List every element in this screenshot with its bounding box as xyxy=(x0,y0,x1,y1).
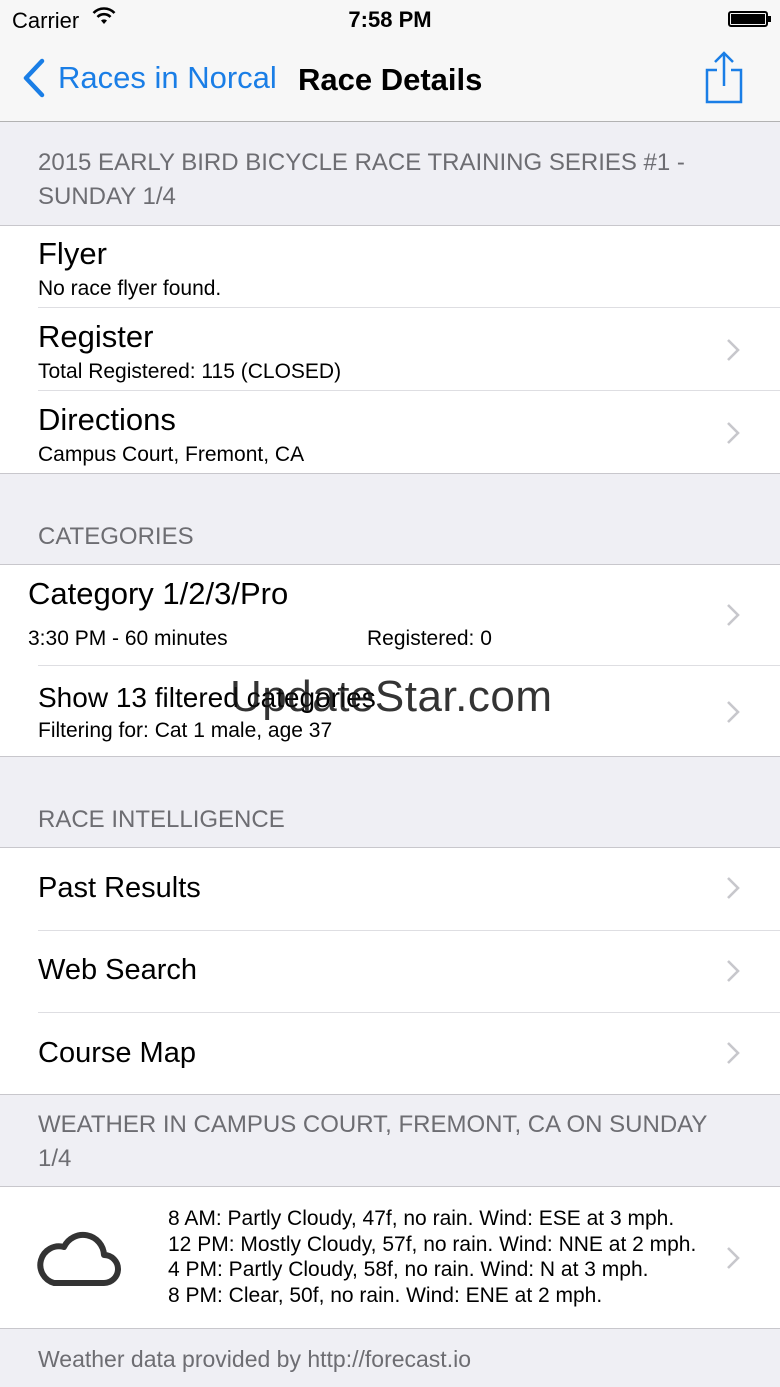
row-title: Flyer xyxy=(38,236,107,271)
categories-header: CATEGORIES xyxy=(38,523,194,550)
forecast-line: 8 AM: Partly Cloudy, 47f, no rain. Wind:… xyxy=(168,1207,675,1230)
back-button-label: Races in Norcal xyxy=(58,60,277,95)
row-title: Directions xyxy=(38,402,176,437)
category-row[interactable]: Category 1/2/3/Pro 3:30 PM - 60 minutes … xyxy=(0,565,780,666)
row-title: Web Search xyxy=(38,954,198,986)
chevron-left-icon xyxy=(23,58,45,98)
web-search-row[interactable]: Web Search xyxy=(0,931,780,1013)
chevron-right-icon xyxy=(727,877,740,899)
share-icon xyxy=(705,51,743,104)
chevron-right-icon xyxy=(727,960,740,982)
row-subtitle: Campus Court, Fremont, CA xyxy=(38,443,305,466)
battery-icon xyxy=(728,11,771,27)
weather-attribution: Weather data provided by http://forecast… xyxy=(38,1346,471,1372)
chevron-right-icon xyxy=(727,604,740,626)
row-title: Past Results xyxy=(38,872,201,904)
past-results-row[interactable]: Past Results xyxy=(0,848,780,931)
row-title: Show 13 filtered categories xyxy=(38,682,376,713)
category-registered: Registered: 0 xyxy=(367,627,492,650)
navigation-bar: Races in Norcal Race Details xyxy=(0,40,780,122)
row-subtitle: Total Registered: 115 (CLOSED) xyxy=(38,360,342,383)
race-intelligence-group: Past Results Web Search Course Map xyxy=(0,847,780,1095)
chevron-right-icon xyxy=(727,1042,740,1064)
cloud-icon xyxy=(37,1231,121,1286)
chevron-right-icon xyxy=(727,1247,740,1269)
forecast-line: 8 PM: Clear, 50f, no rain. Wind: ENE at … xyxy=(168,1283,603,1307)
categories-group: Category 1/2/3/Pro 3:30 PM - 60 minutes … xyxy=(0,564,780,757)
course-map-row[interactable]: Course Map xyxy=(0,1013,780,1095)
race-title-header: 2015 EARLY BIRD BICYCLE RACE TRAINING SE… xyxy=(38,149,685,210)
page-title: Race Details xyxy=(298,62,483,97)
chevron-right-icon xyxy=(727,422,740,444)
category-name: Category 1/2/3/Pro xyxy=(28,576,289,611)
row-title: Course Map xyxy=(38,1037,196,1069)
directions-row[interactable]: Directions Campus Court, Fremont, CA xyxy=(0,391,780,474)
register-row[interactable]: Register Total Registered: 115 (CLOSED) xyxy=(0,308,780,391)
row-title: Register xyxy=(38,319,154,354)
race-info-group: Flyer No race flyer found. Register Tota… xyxy=(0,225,780,474)
share-button[interactable] xyxy=(704,50,744,109)
forecast-line: 12 PM: Mostly Cloudy, 57f, no rain. Wind… xyxy=(168,1232,697,1256)
row-subtitle: Filtering for: Cat 1 male, age 37 xyxy=(38,719,333,742)
flyer-row[interactable]: Flyer No race flyer found. xyxy=(0,226,780,308)
status-bar: Carrier 7:58 PM xyxy=(0,0,780,40)
chevron-right-icon xyxy=(727,339,740,361)
forecast-line: 4 PM: Partly Cloudy, 58f, no rain. Wind:… xyxy=(168,1258,649,1281)
clock: 7:58 PM xyxy=(348,7,432,32)
race-intelligence-header: RACE INTELLIGENCE xyxy=(38,806,285,833)
category-time: 3:30 PM - 60 minutes xyxy=(28,627,228,650)
back-button[interactable]: Races in Norcal xyxy=(22,58,277,98)
chevron-right-icon xyxy=(727,701,740,723)
weather-forecast: 8 AM: Partly Cloudy, 47f, no rain. Wind:… xyxy=(168,1206,696,1308)
filtered-categories-row[interactable]: Show 13 filtered categories Filtering fo… xyxy=(0,666,780,757)
weather-header: WEATHER IN CAMPUS COURT, FREMONT, CA ON … xyxy=(38,1111,707,1172)
row-subtitle: No race flyer found. xyxy=(38,277,222,300)
